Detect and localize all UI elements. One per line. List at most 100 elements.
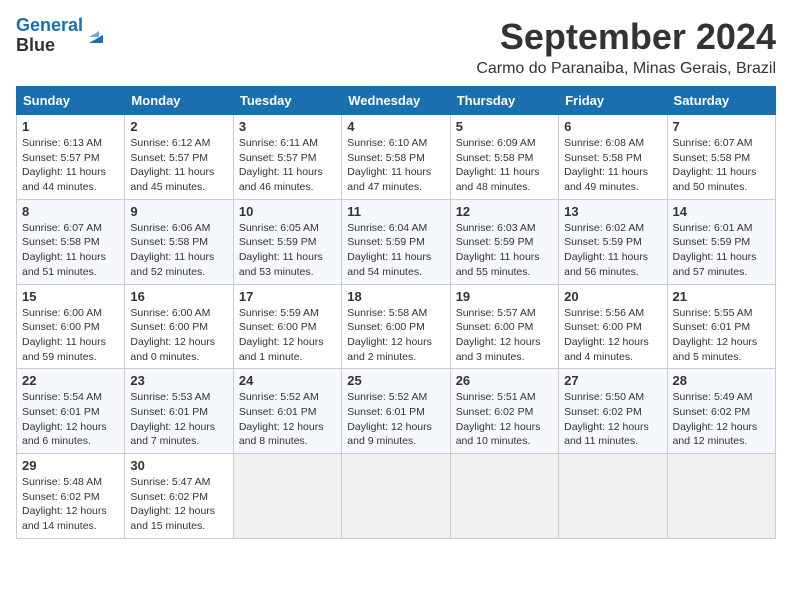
daylight-line: Daylight: 11 hours and 51 minutes. <box>22 250 119 279</box>
location-subtitle: Carmo do Paranaiba, Minas Gerais, Brazil <box>476 60 776 78</box>
calendar-cell <box>233 454 341 539</box>
sunrise-line: Sunrise: 5:48 AM <box>22 475 119 490</box>
daylight-line: Daylight: 12 hours and 3 minutes. <box>456 335 553 364</box>
calendar-cell: 29Sunrise: 5:48 AMSunset: 6:02 PMDayligh… <box>17 454 125 539</box>
day-number: 18 <box>347 289 444 304</box>
day-number: 12 <box>456 204 553 219</box>
sunrise-line: Sunrise: 5:47 AM <box>130 475 227 490</box>
calendar-cell: 24Sunrise: 5:52 AMSunset: 6:01 PMDayligh… <box>233 369 341 454</box>
calendar-header: SundayMondayTuesdayWednesdayThursdayFrid… <box>17 87 776 115</box>
logo-text: General Blue <box>16 16 83 56</box>
daylight-line: Daylight: 12 hours and 11 minutes. <box>564 420 661 449</box>
daylight-line: Daylight: 11 hours and 46 minutes. <box>239 165 336 194</box>
sunrise-line: Sunrise: 6:07 AM <box>673 136 770 151</box>
calendar-cell: 7Sunrise: 6:07 AMSunset: 5:58 PMDaylight… <box>667 115 775 200</box>
daylight-line: Daylight: 12 hours and 7 minutes. <box>130 420 227 449</box>
calendar-cell: 13Sunrise: 6:02 AMSunset: 5:59 PMDayligh… <box>559 199 667 284</box>
sunrise-line: Sunrise: 6:13 AM <box>22 136 119 151</box>
sunset-line: Sunset: 5:58 PM <box>564 151 661 166</box>
day-number: 28 <box>673 373 770 388</box>
daylight-line: Daylight: 12 hours and 0 minutes. <box>130 335 227 364</box>
calendar-cell: 8Sunrise: 6:07 AMSunset: 5:58 PMDaylight… <box>17 199 125 284</box>
day-number: 22 <box>22 373 119 388</box>
day-number: 10 <box>239 204 336 219</box>
day-number: 4 <box>347 119 444 134</box>
day-number: 23 <box>130 373 227 388</box>
weekday-header-wednesday: Wednesday <box>342 87 450 115</box>
day-number: 2 <box>130 119 227 134</box>
daylight-line: Daylight: 11 hours and 53 minutes. <box>239 250 336 279</box>
calendar-cell: 21Sunrise: 5:55 AMSunset: 6:01 PMDayligh… <box>667 284 775 369</box>
calendar-cell: 9Sunrise: 6:06 AMSunset: 5:58 PMDaylight… <box>125 199 233 284</box>
sunrise-line: Sunrise: 5:50 AM <box>564 390 661 405</box>
day-number: 21 <box>673 289 770 304</box>
calendar-cell: 4 Sunrise: 6:10 AMSunset: 5:58 PMDaylight… <box>342 115 450 200</box>
sunset-line: Sunset: 6:02 PM <box>673 405 770 420</box>
sunrise-line: Sunrise: 6:04 AM <box>347 221 444 236</box>
sunset-line: Sunset: 5:57 PM <box>239 151 336 166</box>
calendar-week-row: 29Sunrise: 5:48 AMSunset: 6:02 PMDayligh… <box>17 454 776 539</box>
daylight-line: Daylight: 12 hours and 10 minutes. <box>456 420 553 449</box>
logo-icon <box>85 25 107 47</box>
sunset-line: Sunset: 5:57 PM <box>22 151 119 166</box>
daylight-line: Daylight: 11 hours and 48 minutes. <box>456 165 553 194</box>
sunrise-line: Sunrise: 6:00 AM <box>130 306 227 321</box>
daylight-line: Daylight: 11 hours and 50 minutes. <box>673 165 770 194</box>
sunset-line: Sunset: 6:01 PM <box>239 405 336 420</box>
sunrise-line: Sunrise: 6:12 AM <box>130 136 227 151</box>
daylight-line: Daylight: 11 hours and 59 minutes. <box>22 335 119 364</box>
daylight-line: Daylight: 12 hours and 14 minutes. <box>22 504 119 533</box>
sunset-line: Sunset: 6:00 PM <box>347 320 444 335</box>
day-number: 1 <box>22 119 119 134</box>
sunset-line: Sunset: 5:59 PM <box>673 235 770 250</box>
day-number: 16 <box>130 289 227 304</box>
sunset-line: Sunset: 6:01 PM <box>130 405 227 420</box>
day-number: 5 <box>456 119 553 134</box>
sunset-line: Sunset: 5:58 PM <box>130 235 227 250</box>
sunrise-line: Sunrise: 5:52 AM <box>239 390 336 405</box>
sunset-line: Sunset: 5:58 PM <box>347 151 444 166</box>
daylight-line: Daylight: 11 hours and 52 minutes. <box>130 250 227 279</box>
calendar-cell: 6Sunrise: 6:08 AMSunset: 5:58 PMDaylight… <box>559 115 667 200</box>
calendar-cell: 10Sunrise: 6:05 AMSunset: 5:59 PMDayligh… <box>233 199 341 284</box>
calendar-cell: 25Sunrise: 5:52 AMSunset: 6:01 PMDayligh… <box>342 369 450 454</box>
day-number: 30 <box>130 458 227 473</box>
day-number: 19 <box>456 289 553 304</box>
sunrise-line: Sunrise: 6:02 AM <box>564 221 661 236</box>
sunrise-line: Sunrise: 6:09 AM <box>456 136 553 151</box>
weekday-header-friday: Friday <box>559 87 667 115</box>
calendar-cell: 16Sunrise: 6:00 AMSunset: 6:00 PMDayligh… <box>125 284 233 369</box>
day-number: 13 <box>564 204 661 219</box>
calendar-cell: 1Sunrise: 6:13 AMSunset: 5:57 PMDaylight… <box>17 115 125 200</box>
weekday-header-tuesday: Tuesday <box>233 87 341 115</box>
calendar-cell <box>450 454 558 539</box>
day-number: 27 <box>564 373 661 388</box>
daylight-line: Daylight: 11 hours and 45 minutes. <box>130 165 227 194</box>
calendar-week-row: 22Sunrise: 5:54 AMSunset: 6:01 PMDayligh… <box>17 369 776 454</box>
daylight-line: Daylight: 12 hours and 5 minutes. <box>673 335 770 364</box>
day-number: 15 <box>22 289 119 304</box>
sunset-line: Sunset: 6:00 PM <box>564 320 661 335</box>
sunrise-line: Sunrise: 5:55 AM <box>673 306 770 321</box>
daylight-line: Daylight: 11 hours and 56 minutes. <box>564 250 661 279</box>
title-block: September 2024 Carmo do Paranaiba, Minas… <box>476 16 776 78</box>
daylight-line: Daylight: 11 hours and 57 minutes. <box>673 250 770 279</box>
sunset-line: Sunset: 5:59 PM <box>456 235 553 250</box>
sunset-line: Sunset: 6:02 PM <box>22 490 119 505</box>
calendar-cell: 12Sunrise: 6:03 AMSunset: 5:59 PMDayligh… <box>450 199 558 284</box>
sunset-line: Sunset: 6:02 PM <box>456 405 553 420</box>
day-number: 20 <box>564 289 661 304</box>
weekday-header-monday: Monday <box>125 87 233 115</box>
calendar-cell: 27Sunrise: 5:50 AMSunset: 6:02 PMDayligh… <box>559 369 667 454</box>
calendar-cell: 22Sunrise: 5:54 AMSunset: 6:01 PMDayligh… <box>17 369 125 454</box>
day-number: 8 <box>22 204 119 219</box>
daylight-line: Daylight: 11 hours and 49 minutes. <box>564 165 661 194</box>
sunset-line: Sunset: 5:57 PM <box>130 151 227 166</box>
calendar-cell: 5Sunrise: 6:09 AMSunset: 5:58 PMDaylight… <box>450 115 558 200</box>
day-number: 26 <box>456 373 553 388</box>
sunrise-line: Sunrise: 5:59 AM <box>239 306 336 321</box>
calendar-body: 1Sunrise: 6:13 AMSunset: 5:57 PMDaylight… <box>17 115 776 539</box>
calendar-cell: 3Sunrise: 6:11 AMSunset: 5:57 PMDaylight… <box>233 115 341 200</box>
daylight-line: Daylight: 11 hours and 47 minutes. <box>347 165 444 194</box>
sunrise-line: Sunrise: 6:10 AM <box>347 136 444 151</box>
